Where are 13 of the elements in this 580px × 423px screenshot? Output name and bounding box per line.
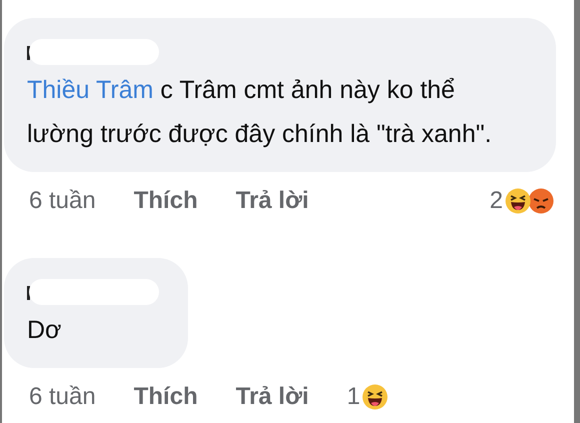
comment-text: Dơ: [27, 315, 62, 346]
reaction-count: 2: [490, 186, 503, 216]
angry-emoji-icon: [528, 188, 554, 214]
reply-link[interactable]: Trả lời: [236, 183, 309, 219]
laughing-emoji-icon: [505, 188, 531, 214]
like-link[interactable]: Thích: [134, 183, 198, 219]
like-link[interactable]: Thích: [134, 379, 198, 415]
reaction-count: 1: [346, 382, 360, 412]
comment-time: 6 tuần: [29, 186, 96, 216]
reply-link[interactable]: Trả lời: [236, 379, 309, 415]
comment-time: 6 tuần: [29, 382, 96, 412]
laughing-emoji-icon: [362, 384, 388, 410]
comment-text: Thiều Trâm c Trâm cmt ảnh này ko thể lường trước được đây chính là "trà xanh".: [27, 75, 493, 150]
